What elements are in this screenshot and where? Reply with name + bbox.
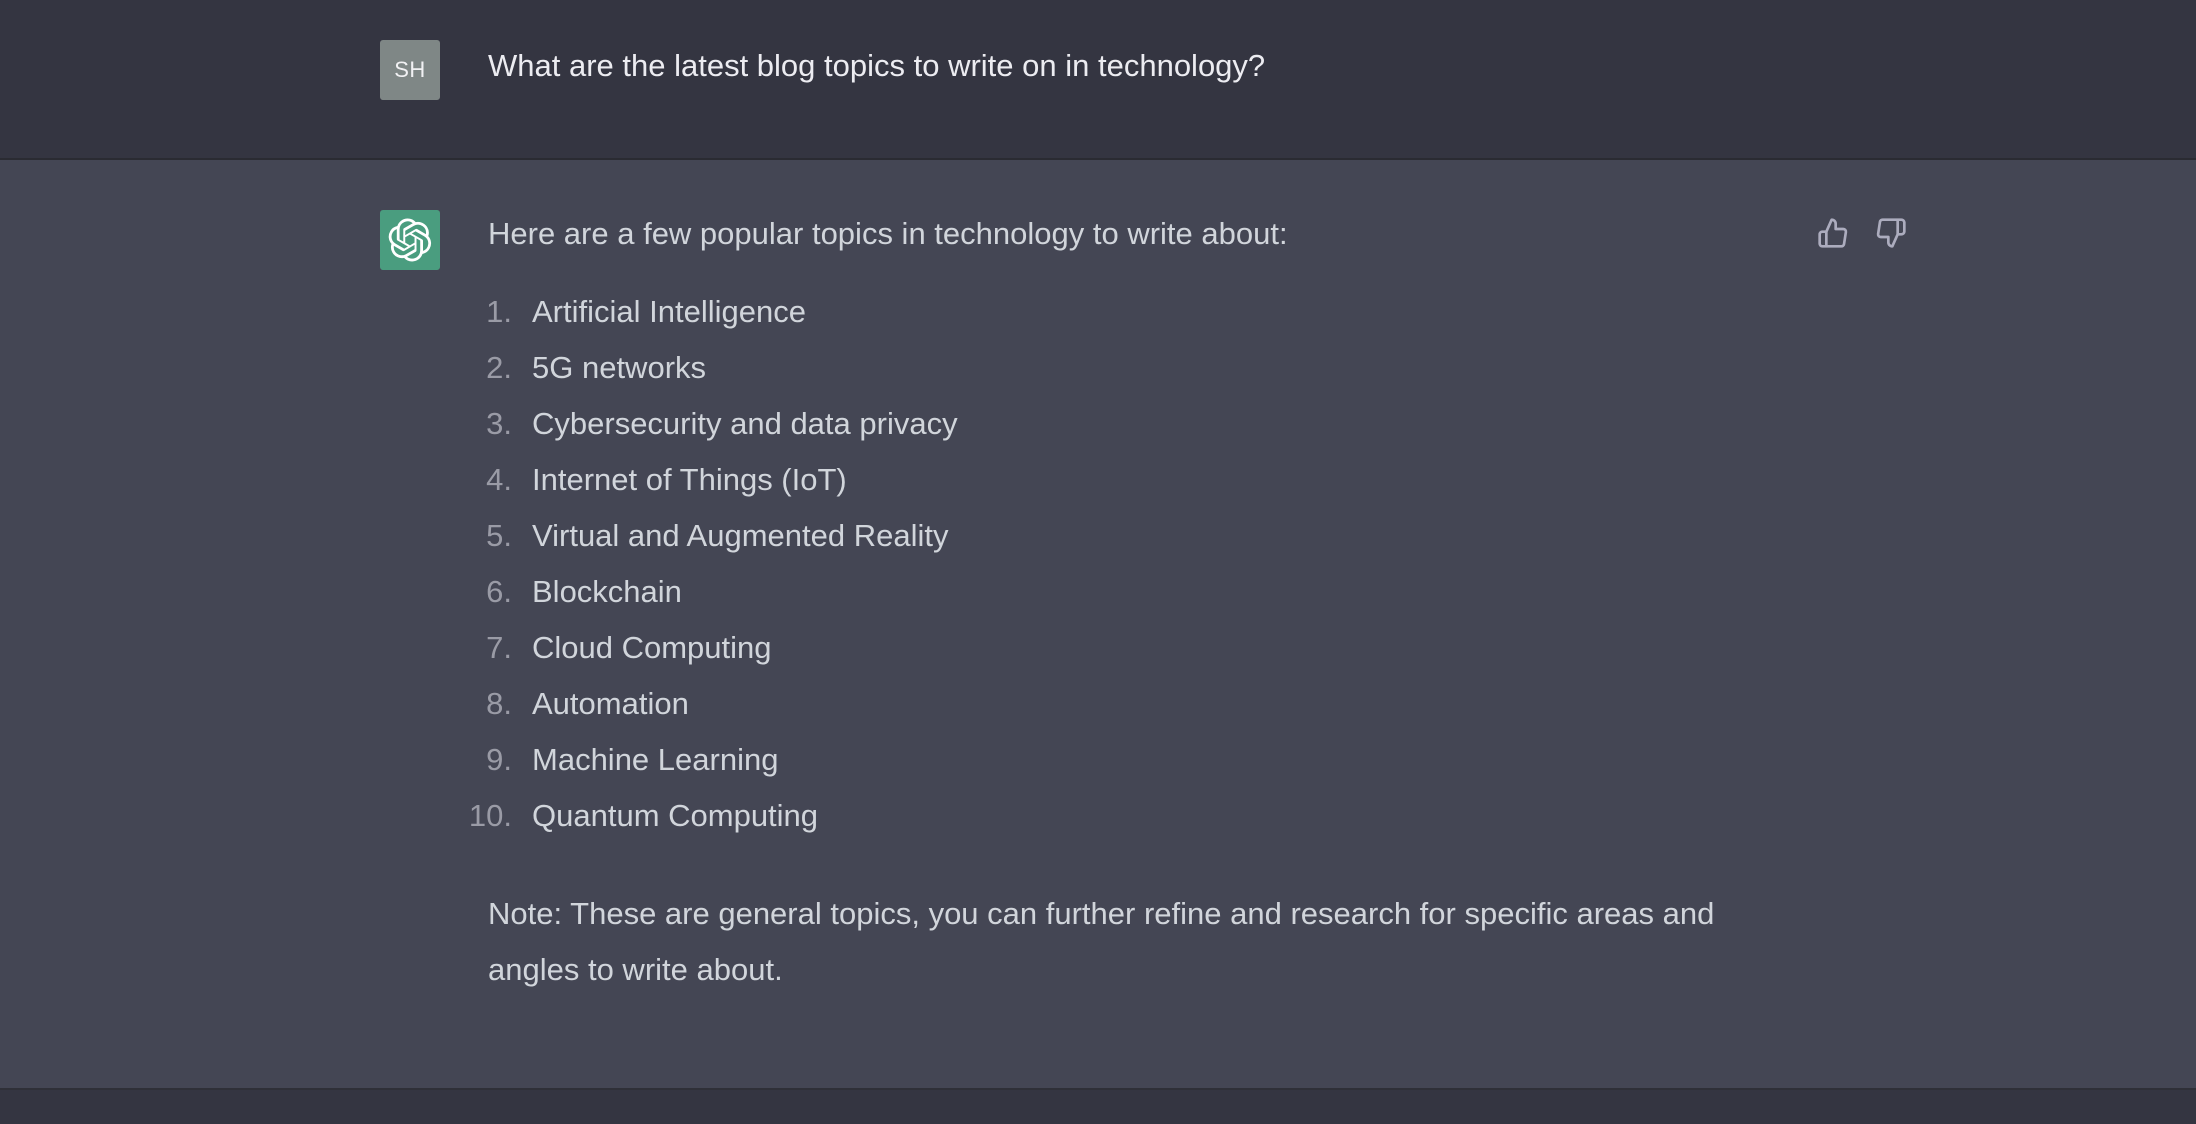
list-number: 9. bbox=[486, 742, 512, 777]
topic-label: Blockchain bbox=[532, 574, 682, 609]
list-number: 10. bbox=[468, 798, 512, 833]
assistant-note-text: Note: These are general topics, you can … bbox=[488, 896, 1715, 987]
topic-list-item: 5. Virtual and Augmented Reality bbox=[486, 510, 1808, 566]
list-number: 4. bbox=[486, 462, 512, 497]
topic-label: Quantum Computing bbox=[532, 798, 819, 833]
topic-label: Virtual and Augmented Reality bbox=[532, 518, 949, 553]
user-avatar-initials: SH bbox=[394, 57, 426, 82]
topic-label: Automation bbox=[532, 686, 689, 721]
assistant-avatar bbox=[380, 210, 440, 270]
topic-label: Cybersecurity and data privacy bbox=[532, 406, 958, 441]
thumbs-up-icon bbox=[1818, 218, 1848, 248]
topic-list-item: 2. 5G networks bbox=[486, 342, 1808, 398]
thumbs-up-button[interactable] bbox=[1816, 216, 1850, 250]
topic-list-item: 7. Cloud Computing bbox=[486, 622, 1808, 678]
list-number: 6. bbox=[486, 574, 512, 609]
topic-list-item: 1. Artificial Intelligence bbox=[486, 286, 1808, 342]
list-number: 2. bbox=[486, 350, 512, 385]
topic-label: Cloud Computing bbox=[532, 630, 772, 665]
topic-list-item: 3. Cybersecurity and data privacy bbox=[486, 398, 1808, 454]
openai-logo-icon bbox=[388, 218, 432, 262]
topic-list: 1. Artificial Intelligence 2. 5G networks … bbox=[469, 286, 1808, 846]
list-number: 5. bbox=[486, 518, 512, 553]
list-number: 7. bbox=[486, 630, 512, 665]
list-number: 1. bbox=[486, 294, 512, 329]
thumbs-down-button[interactable] bbox=[1874, 216, 1908, 250]
user-message-text: What are the latest blog topics to write… bbox=[488, 48, 1266, 83]
user-message-row: SH What are the latest blog topics to wr… bbox=[0, 0, 2196, 160]
topic-list-item: 4. Internet of Things (IoT) bbox=[486, 454, 1808, 510]
topic-list-item: 8. Automation bbox=[486, 678, 1808, 734]
topic-label: Artificial Intelligence bbox=[532, 294, 806, 329]
list-number: 8. bbox=[486, 686, 512, 721]
topic-list-item: 6. Blockchain bbox=[486, 566, 1808, 622]
assistant-intro-text: Here are a few popular topics in technol… bbox=[488, 216, 1288, 251]
topic-list-item: 10. Quantum Computing bbox=[469, 790, 1808, 846]
topic-label: Machine Learning bbox=[532, 742, 779, 777]
assistant-message-content: Here are a few popular topics in technol… bbox=[469, 212, 1808, 998]
feedback-buttons bbox=[1816, 216, 1908, 250]
assistant-message-row: Here are a few popular topics in technol… bbox=[0, 160, 2196, 1090]
list-number: 3. bbox=[486, 406, 512, 441]
topic-list-item: 9. Machine Learning bbox=[486, 734, 1808, 790]
topic-label: 5G networks bbox=[532, 350, 707, 385]
thumbs-down-icon bbox=[1876, 218, 1906, 248]
footer-area bbox=[0, 1090, 2196, 1124]
topic-label: Internet of Things (IoT) bbox=[532, 462, 847, 497]
user-avatar: SH bbox=[380, 40, 440, 100]
